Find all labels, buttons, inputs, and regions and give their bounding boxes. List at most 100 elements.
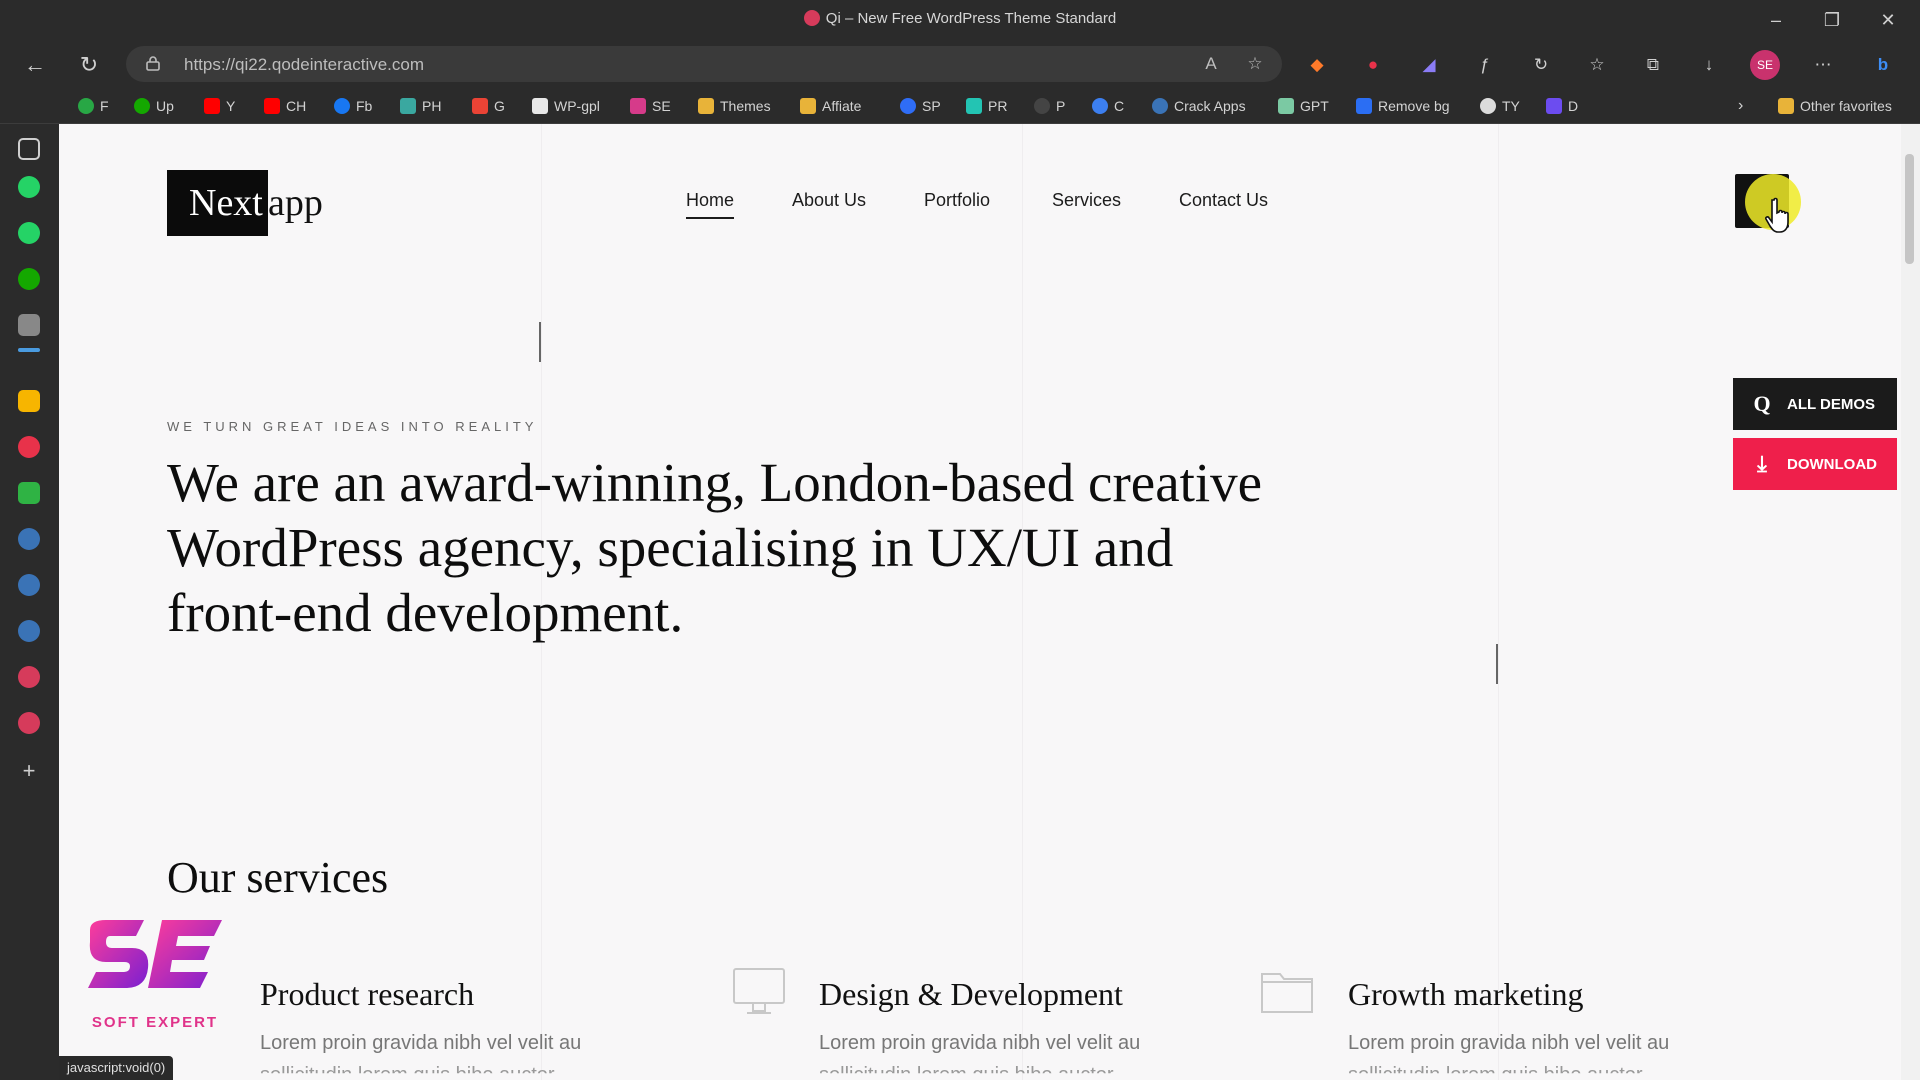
extension-icon[interactable]: ● (1358, 50, 1388, 80)
nav-contact-us[interactable]: Contact Us (1179, 190, 1268, 211)
other-favorites-folder[interactable]: Other favorites (1778, 96, 1892, 116)
nav-about-us[interactable]: About Us (792, 190, 866, 211)
bookmark-icon (1034, 98, 1050, 114)
qi-icon[interactable] (18, 712, 40, 734)
soft-expert-watermark-logo: SOFT EXPERT (82, 916, 228, 1036)
monitor-icon (733, 968, 785, 1014)
bookmark-item[interactable]: SE (630, 96, 671, 116)
favorites-icon[interactable]: ☆ (1582, 50, 1612, 80)
app-icon[interactable] (18, 482, 40, 504)
bookmark-label: Fb (356, 98, 373, 114)
bookmark-icon (134, 98, 150, 114)
bookmark-item[interactable]: TY (1480, 96, 1520, 116)
all-demos-label: ALL DEMOS (1787, 395, 1876, 413)
download-icon[interactable]: ↓ (1694, 50, 1724, 80)
bookmark-item[interactable]: GPT (1278, 96, 1329, 116)
panel-icon[interactable] (18, 314, 40, 336)
qi-logo-icon: Q (1753, 391, 1771, 416)
bookmark-item[interactable]: CH (264, 96, 306, 116)
address-bar[interactable]: https://qi22.qodeinteractive.com A ☆ (126, 46, 1282, 82)
download-icon: ⤓ (1757, 451, 1767, 476)
bookmark-folder[interactable]: Affiate (800, 96, 861, 116)
bookmark-icon (1092, 98, 1108, 114)
bookmark-item[interactable]: SP (900, 96, 941, 116)
read-aloud-icon[interactable]: A (1200, 54, 1222, 76)
add-icon[interactable]: + (18, 760, 40, 782)
bookmark-item[interactable]: P (1034, 96, 1065, 116)
bookmark-item[interactable]: WP-gpl (532, 96, 600, 116)
refresh-extension-icon[interactable]: ↻ (1526, 50, 1556, 80)
bookmark-label: Y (226, 98, 236, 114)
download-label: DOWNLOAD (1787, 455, 1877, 473)
nav-portfolio[interactable]: Portfolio (924, 190, 990, 211)
folder-icon (1261, 973, 1313, 1013)
bookmark-label: P (1056, 98, 1066, 114)
service-description-cut: sollicitudin lorem quis bibe auctor (1348, 1064, 1643, 1080)
restore-icon[interactable]: ❐ (1810, 6, 1854, 34)
add-favorite-icon[interactable]: ☆ (1244, 54, 1266, 76)
all-demos-button[interactable]: Q ALL DEMOS (1733, 378, 1897, 430)
upwork-icon[interactable] (18, 268, 40, 290)
font-extension-icon[interactable]: ƒ (1470, 50, 1500, 80)
app-icon[interactable] (18, 436, 40, 458)
youtube-icon (264, 98, 280, 114)
chevron-right-icon[interactable]: › (1738, 96, 1743, 116)
bookmark-item[interactable]: C (1092, 96, 1124, 116)
bookmark-item[interactable]: Crack Apps (1152, 96, 1246, 116)
bing-copilot-icon[interactable]: b (1868, 50, 1898, 80)
reload-icon[interactable]: ↻ (72, 48, 106, 82)
more-menu-icon[interactable]: ⋯ (1808, 50, 1838, 80)
site-logo[interactable]: Next app (167, 170, 323, 236)
service-title: Growth marketing (1348, 976, 1584, 1012)
profile-avatar[interactable]: SE (1750, 50, 1780, 80)
url-text[interactable]: https://qi22.qodeinteractive.com (184, 55, 424, 75)
bookmark-label: Other favorites (1800, 98, 1892, 114)
close-icon[interactable]: ✕ (1866, 6, 1910, 34)
qi-icon[interactable] (18, 666, 40, 688)
bookmark-item[interactable]: Y (204, 96, 235, 116)
whatsapp-icon[interactable] (18, 176, 40, 198)
bookmark-item[interactable]: D (1546, 96, 1578, 116)
bookmark-label: D (1568, 98, 1579, 114)
bookmark-item[interactable]: PH (400, 96, 441, 116)
bookmark-label: G (494, 98, 505, 114)
collections-icon[interactable]: ⧉ (1638, 50, 1668, 80)
whatsapp-icon[interactable] (18, 222, 40, 244)
app-icon[interactable] (18, 390, 40, 412)
grid-line (1498, 124, 1499, 1080)
bookmark-item[interactable]: Up (134, 96, 174, 116)
bookmark-icon (630, 98, 646, 114)
tabs-icon[interactable] (18, 138, 40, 160)
bookmark-folder[interactable]: Themes (698, 96, 771, 116)
wordpress-icon[interactable] (18, 574, 40, 596)
download-button[interactable]: ⤓ DOWNLOAD (1733, 438, 1897, 490)
bookmark-label: TY (1502, 98, 1520, 114)
bookmark-item[interactable]: F (78, 96, 109, 116)
service-description-cut: sollicitudin lorem quis bibe auctor (819, 1064, 1114, 1080)
logo-dark-part: Next (167, 170, 268, 236)
status-bar-link: javascript:void(0) (59, 1056, 174, 1080)
bookmark-icon (400, 98, 416, 114)
bookmark-icon (1546, 98, 1562, 114)
extension-icon[interactable]: ◢ (1414, 50, 1444, 80)
web-page: Next app Home About Us Portfolio Services… (59, 124, 1901, 1080)
window-title-text: Qi – New Free WordPress Theme Standard (825, 10, 1117, 27)
nav-home[interactable]: Home (686, 190, 735, 219)
extension-icon[interactable]: ◆ (1302, 50, 1332, 80)
bookmark-item[interactable]: PR (966, 96, 1007, 116)
se-logo-icon (88, 920, 222, 988)
minimize-icon[interactable]: – (1754, 6, 1798, 34)
page-scrollbar[interactable] (1901, 124, 1920, 1080)
service-title: Design & Development (819, 976, 1123, 1012)
back-icon[interactable]: ← (18, 48, 52, 82)
scrollbar-thumb[interactable] (1905, 154, 1914, 264)
bookmark-item[interactable]: Remove bg (1356, 96, 1450, 116)
lock-icon (146, 56, 160, 71)
wordpress-icon[interactable] (18, 528, 40, 550)
bookmark-icon (1480, 98, 1496, 114)
bookmark-item[interactable]: Fb (334, 96, 372, 116)
bookmark-item[interactable]: G (472, 96, 505, 116)
service-description: Lorem proin gravida nibh vel velit au (819, 1032, 1141, 1054)
wordpress-icon[interactable] (18, 620, 40, 642)
nav-services[interactable]: Services (1052, 190, 1121, 211)
